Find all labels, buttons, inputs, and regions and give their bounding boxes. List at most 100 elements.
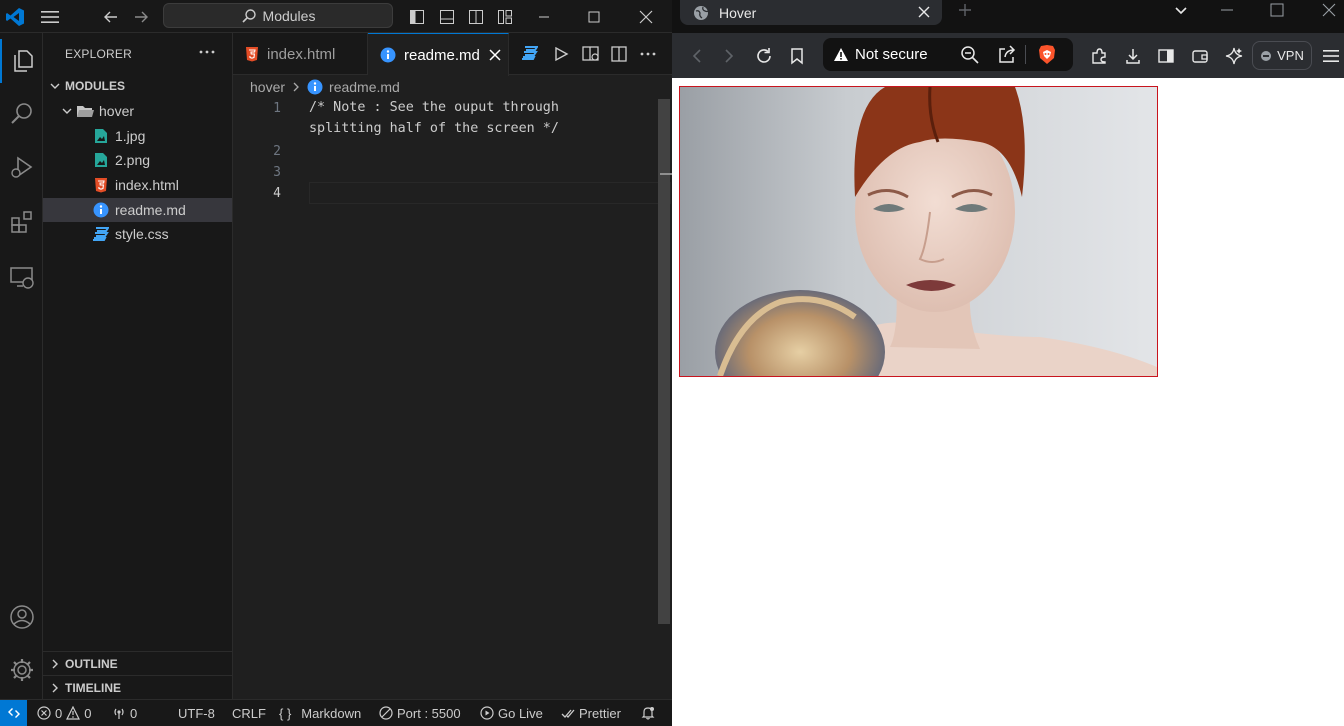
breadcrumb-folder[interactable]: hover: [250, 79, 285, 95]
file-item[interactable]: style.css: [43, 222, 232, 246]
wallet-icon[interactable]: [1189, 33, 1211, 78]
sidebar-toggle-icon[interactable]: [1155, 33, 1177, 78]
browser-minimize-icon[interactable]: [1220, 3, 1234, 17]
file-item[interactable]: 2.png: [43, 148, 232, 172]
share-icon[interactable]: [997, 45, 1017, 65]
explorer-sidebar: EXPLORER MODULES hover 1.jpg 2.png index…: [43, 33, 233, 699]
extensions-icon[interactable]: [0, 200, 43, 244]
browser-tab-strip: Hover: [672, 0, 1344, 33]
file-item[interactable]: index.html: [43, 173, 232, 197]
editor-tabs: index.html readme.md: [233, 33, 672, 76]
browser-menu-icon[interactable]: [1320, 33, 1342, 78]
tab-readme-md[interactable]: readme.md: [368, 33, 509, 76]
customize-layout-icon[interactable]: [494, 0, 516, 33]
html-file-icon: [245, 46, 259, 62]
browser-close-icon[interactable]: [1322, 3, 1336, 17]
minimize-icon[interactable]: [530, 0, 558, 33]
folder-hover[interactable]: hover: [43, 99, 232, 123]
address-bar[interactable]: Not secure: [823, 38, 1073, 71]
tab-index-html[interactable]: index.html: [233, 33, 368, 75]
language-label: Markdown: [301, 705, 362, 721]
maximize-icon[interactable]: [580, 0, 608, 33]
warning-icon: [66, 706, 81, 720]
zoom-icon[interactable]: [960, 45, 980, 65]
close-tab-icon[interactable]: [489, 49, 501, 61]
remote-indicator-icon[interactable]: [0, 700, 27, 726]
code-line: /* Note : See the ouput through: [309, 100, 559, 115]
security-status-label[interactable]: Not secure: [855, 46, 928, 63]
folder-hover-label: hover: [99, 103, 135, 119]
menu-icon[interactable]: [36, 0, 64, 33]
brave-shields-icon[interactable]: [1037, 44, 1057, 66]
vpn-status-dot-icon: [1261, 50, 1272, 61]
file-item[interactable]: 1.jpg: [43, 124, 232, 148]
reload-icon[interactable]: [752, 33, 776, 78]
go-live-button[interactable]: Go Live: [480, 700, 543, 726]
line-number: 1: [273, 101, 281, 116]
file-item-selected[interactable]: readme.md: [43, 198, 232, 222]
port-label: Port : 5500: [397, 705, 461, 721]
problems-status[interactable]: 0 0: [37, 700, 91, 726]
hover-image[interactable]: [679, 86, 1158, 377]
eol-status[interactable]: CRLF: [232, 700, 266, 726]
leo-ai-sparkle-icon[interactable]: [1223, 33, 1245, 78]
forward-icon[interactable]: [718, 33, 740, 78]
port-status[interactable]: Port : 5500: [379, 700, 461, 726]
editor-more-icon[interactable]: [639, 46, 657, 62]
encoding-status[interactable]: UTF-8: [178, 700, 215, 726]
breadcrumb: hover readme.md: [250, 77, 400, 97]
split-editor-icon[interactable]: [611, 46, 627, 62]
file-label: 2.png: [115, 152, 151, 168]
folder-modules[interactable]: MODULES: [43, 74, 232, 98]
tab-label: index.html: [267, 45, 336, 63]
vpn-button[interactable]: VPN: [1252, 41, 1312, 70]
manage-gear-icon[interactable]: [0, 648, 43, 692]
prettier-status[interactable]: Prettier: [561, 700, 621, 726]
explorer-icon[interactable]: [0, 39, 43, 83]
run-debug-icon[interactable]: [0, 145, 43, 189]
back-icon[interactable]: [686, 33, 708, 78]
search-activity-icon[interactable]: [0, 92, 43, 136]
browser-tab[interactable]: Hover: [680, 0, 942, 25]
code-editor[interactable]: 1 /* Note : See the ouput through splitt…: [233, 97, 672, 699]
close-window-icon[interactable]: [632, 0, 660, 33]
breadcrumb-file[interactable]: readme.md: [329, 79, 400, 95]
forward-arrow-icon[interactable]: [130, 0, 152, 33]
remote-explorer-icon[interactable]: [0, 255, 43, 299]
toggle-secondary-sidebar-icon[interactable]: [465, 0, 487, 33]
error-icon: [37, 706, 51, 720]
command-center[interactable]: Modules: [163, 3, 393, 28]
broadcast-icon: [114, 708, 124, 719]
timeline-section[interactable]: TIMELINE: [43, 675, 233, 699]
outline-section[interactable]: OUTLINE: [43, 651, 233, 675]
editor-scrollbar[interactable]: [658, 99, 670, 624]
folder-modules-label: MODULES: [65, 79, 125, 93]
portrait-photo: [680, 87, 1157, 376]
close-tab-icon[interactable]: [918, 6, 930, 18]
ports-status[interactable]: 0: [112, 700, 137, 726]
more-actions-icon[interactable]: [198, 43, 216, 61]
open-preview-icon[interactable]: [582, 46, 600, 62]
new-tab-icon[interactable]: [958, 3, 972, 17]
extensions-puzzle-icon[interactable]: [1088, 33, 1110, 78]
download-icon[interactable]: [1122, 33, 1144, 78]
toggle-panel-icon[interactable]: [436, 0, 458, 33]
file-label: index.html: [115, 177, 179, 193]
tab-search-chevron-icon[interactable]: [1174, 4, 1188, 18]
browser-maximize-icon[interactable]: [1270, 3, 1284, 17]
toggle-primary-sidebar-icon[interactable]: [406, 0, 428, 33]
css-preview-icon[interactable]: [522, 46, 538, 60]
notifications-bell-icon[interactable]: [641, 700, 655, 726]
bookmark-icon[interactable]: [786, 33, 808, 78]
page-viewport: [672, 78, 1344, 726]
accounts-icon[interactable]: [0, 595, 43, 639]
run-icon[interactable]: [553, 46, 569, 62]
language-status[interactable]: { } Markdown: [279, 700, 361, 726]
back-arrow-icon[interactable]: [100, 0, 122, 33]
code-line-wrapped: splitting half of the screen */: [309, 121, 559, 136]
double-check-icon: [561, 709, 575, 718]
browser-window: Hover Not secure VPN: [672, 0, 1344, 726]
prettier-label: Prettier: [579, 705, 621, 721]
line-number: 3: [273, 165, 281, 180]
image-file-icon: [91, 152, 111, 168]
